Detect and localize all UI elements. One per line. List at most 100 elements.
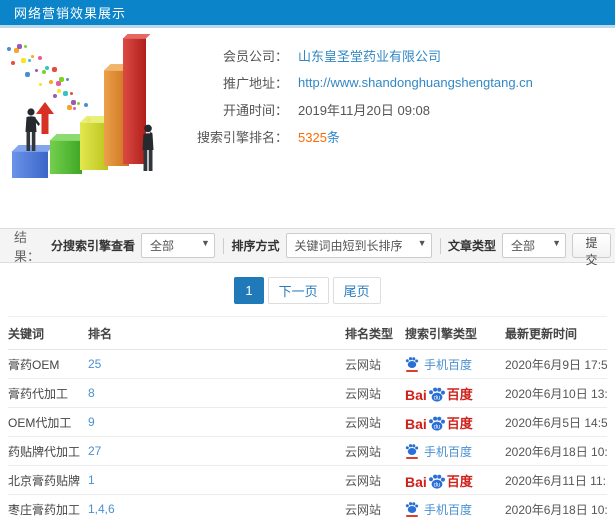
rank-link[interactable]: 1,4,6 <box>88 494 345 520</box>
keyword-cell: 北京膏药贴牌 <box>8 465 88 495</box>
engine-cell: Bai du 百度 <box>405 407 505 437</box>
filter-bar: 结果： 分搜索引擎查看 全部 ▼ 排序方式 关键词由短到长排序 ▼ 文章类型 全… <box>0 228 615 267</box>
baidu-logo-cn: 百度 <box>446 386 473 402</box>
rank-count: 5325 <box>298 130 327 145</box>
keyword-cell: OEM代加工 <box>8 407 88 437</box>
engine-cell: 手机百度 <box>405 349 505 379</box>
paw-underline-decoration <box>406 457 418 459</box>
baidu-logo-badge: Bai du 百度 <box>405 413 473 432</box>
table-row: 枣庄膏药加工 1,4,6 云网站 手机百度 2020年6月18日 10 <box>8 494 607 520</box>
article-type-select[interactable]: 全部 <box>502 233 567 258</box>
baidu-paw-icon <box>405 501 419 517</box>
sort-filter-wrap: 关键词由短到长排序 ▼ <box>285 233 432 258</box>
page-1-button[interactable]: 1 <box>234 277 264 304</box>
member-company-row: 会员公司： 山东皇圣堂药业有限公司 <box>196 42 615 69</box>
table-row: 药贴牌代加工 27 云网站 手机百度 2020年6月18日 10: <box>8 436 607 466</box>
updated-cell: 2020年6月11日 11:18 <box>505 465 607 495</box>
confetti-dot <box>70 100 76 106</box>
results-area: 关键词 排名 排名类型 搜索引擎类型 最新更新时间 膏药OEM 25 云网站 手… <box>8 316 607 520</box>
col-header-updated: 最新更新时间 <box>505 316 607 350</box>
open-time-value: 2019年11月20日 09:08 <box>298 103 431 118</box>
confetti-dot <box>23 45 27 49</box>
confetti-dot <box>53 94 57 98</box>
rank-link[interactable]: 25 <box>88 349 345 379</box>
baidu-paw-du-icon: du <box>428 416 445 431</box>
rank-link[interactable]: 9 <box>88 407 345 437</box>
confetti-dot <box>13 48 19 54</box>
rank-link[interactable]: 8 <box>88 378 345 408</box>
engine-filter-label: 分搜索引擎查看 <box>50 239 135 253</box>
baidu-logo-badge: Bai du 百度 <box>405 384 473 403</box>
result-label: 结果： <box>14 229 41 264</box>
table-row: 膏药OEM 25 云网站 手机百度 2020年6月9日 17:50 <box>8 349 607 379</box>
updated-cell: 2020年6月18日 10:19 <box>505 494 607 520</box>
baidu-logo-cn: 百度 <box>446 473 473 489</box>
col-header-ranktype: 排名类型 <box>345 316 405 350</box>
growth-chart-illustration <box>0 34 196 192</box>
member-company-link[interactable]: 山东皇圣堂药业有限公司 <box>298 46 441 65</box>
mobile-baidu-badge: 手机百度 <box>405 356 472 373</box>
filter-separator <box>439 237 441 254</box>
last-page-button[interactable]: 尾页 <box>332 277 381 304</box>
engine-rank-label: 搜索引擎排名： <box>196 130 288 145</box>
engine-label: 手机百度 <box>424 502 473 517</box>
open-time-label: 开通时间： <box>222 103 288 118</box>
col-header-keyword: 关键词 <box>8 316 88 350</box>
promo-url-label: 推广地址： <box>222 76 288 91</box>
filter-controls: 分搜索引擎查看 全部 ▼ 排序方式 关键词由短到长排序 ▼ 文章类型 全部 ▼ … <box>50 233 611 267</box>
confetti-dot <box>37 56 42 61</box>
baidu-paw-du-icon: du <box>428 387 445 402</box>
confetti-dot <box>83 103 88 108</box>
info-section: 会员公司： 山东皇圣堂药业有限公司 推广地址： http://www.shand… <box>0 28 615 196</box>
businessman-left-figure <box>25 108 40 151</box>
baidu-logo-bai: Bai <box>405 473 427 490</box>
engine-cell: 手机百度 <box>405 494 505 520</box>
engine-cell: 手机百度 <box>405 436 505 466</box>
confetti-dot <box>56 89 61 94</box>
member-company-label: 会员公司： <box>222 49 288 64</box>
promo-url-link[interactable]: http://www.shandonghuangshengtang.cn <box>298 75 533 90</box>
next-page-button[interactable]: 下一页 <box>267 277 329 304</box>
updated-cell: 2020年6月5日 14:57 <box>505 407 607 437</box>
rank-link[interactable]: 27 <box>88 436 345 466</box>
confetti-dot <box>41 70 46 75</box>
baidu-paw-icon <box>405 356 419 372</box>
confetti-dot <box>77 101 81 105</box>
sort-filter-select[interactable]: 关键词由短到长排序 <box>285 233 432 258</box>
engine-filter-select[interactable]: 全部 <box>140 233 215 258</box>
rank-type-cell: 云网站 <box>345 436 405 466</box>
svg-text:du: du <box>433 395 440 401</box>
updated-cell: 2020年6月18日 10:25 <box>505 436 607 466</box>
rank-type-cell: 云网站 <box>345 349 405 379</box>
confetti-dot <box>27 59 31 63</box>
updated-cell: 2020年6月9日 17:50 <box>505 349 607 379</box>
engine-cell: Bai du 百度 <box>405 378 505 408</box>
confetti-dot <box>49 79 54 84</box>
chart-bar-green <box>49 134 89 174</box>
confetti-dot <box>11 61 15 65</box>
businessman-right-figure <box>142 124 154 171</box>
baidu-logo-bai: Bai <box>405 386 427 403</box>
keyword-cell: 枣庄膏药加工 <box>8 494 88 520</box>
rank-type-cell: 云网站 <box>345 378 405 408</box>
engine-rank-row: 搜索引擎排名： 5325条 <box>196 123 615 150</box>
confetti-dot <box>69 92 73 96</box>
table-row: 膏药代加工 8 云网站 Bai du 百度 2020年6月10日 13:40 <box>8 378 607 408</box>
engine-label: 手机百度 <box>424 357 473 372</box>
confetti-dot <box>17 43 23 49</box>
keyword-cell: 膏药OEM <box>8 349 88 379</box>
confetti-dot <box>21 57 27 63</box>
confetti-dot <box>45 65 50 70</box>
svg-text:du: du <box>433 482 440 488</box>
rank-type-cell: 云网站 <box>345 465 405 495</box>
col-header-rank: 排名 <box>88 316 345 350</box>
confetti-dot <box>35 68 39 72</box>
confetti-dot <box>7 46 12 51</box>
mobile-baidu-badge: 手机百度 <box>405 443 472 460</box>
svg-text:du: du <box>433 424 440 430</box>
engine-rank-value: 5325条 <box>298 127 340 146</box>
mobile-baidu-badge: 手机百度 <box>405 501 472 518</box>
confetti-dot <box>55 81 61 87</box>
submit-button[interactable]: 提交 <box>572 233 611 267</box>
rank-link[interactable]: 1 <box>88 465 345 495</box>
